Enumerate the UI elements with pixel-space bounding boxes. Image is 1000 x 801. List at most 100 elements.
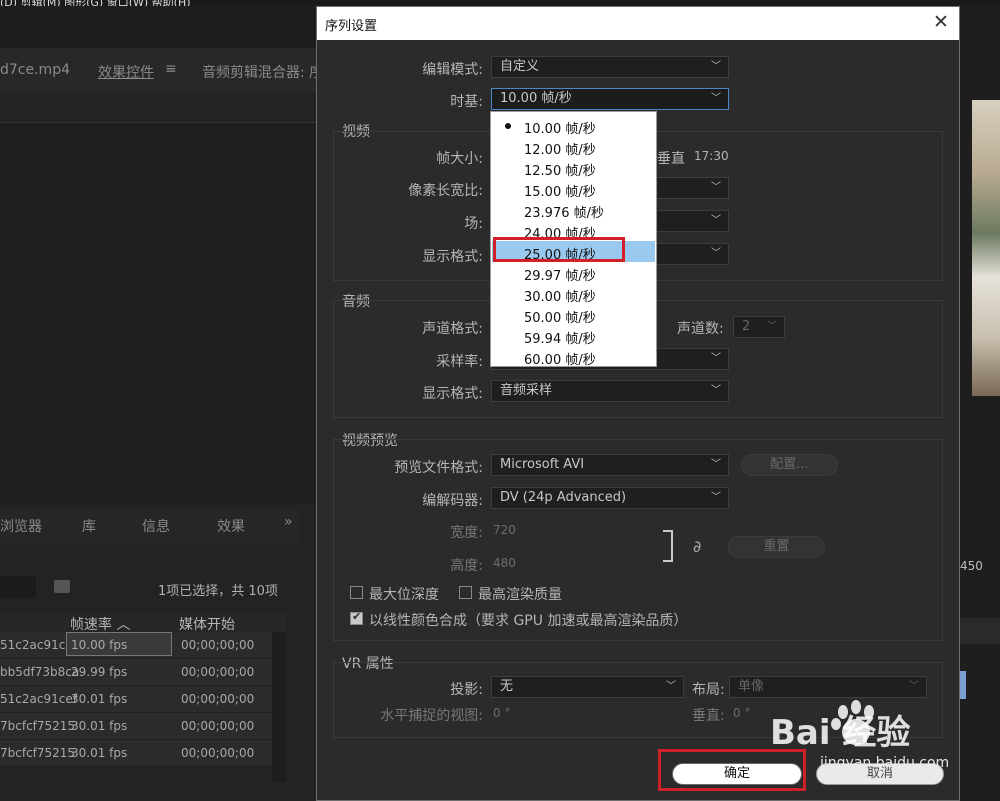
table-row[interactable]: bb5df73b8ca 29.99 fps 00;00;00;00 <box>0 659 286 686</box>
edit-mode-select[interactable]: 自定义 ﹀ <box>491 56 729 78</box>
timebase-value: 10.00 帧/秒 <box>500 91 572 106</box>
max-bit-depth-checkbox[interactable] <box>350 586 363 599</box>
pixel-aspect-label: 像素长宽比: <box>408 183 483 199</box>
channel-count-value: 2 <box>742 319 751 334</box>
chevron-down-icon: ﹀ <box>711 353 721 364</box>
chevron-down-icon: ﹀ <box>909 681 919 692</box>
row-name: 7bcfcf75215 <box>0 746 76 760</box>
timebase-option[interactable]: 15.00 帧/秒 <box>492 178 655 200</box>
channel-format-label: 声道格式: <box>422 321 483 337</box>
option-label: 23.976 帧/秒 <box>524 206 604 221</box>
timebase-option[interactable]: 30.00 帧/秒 <box>492 283 655 305</box>
timeline-clip[interactable] <box>960 671 966 699</box>
timeline-ruler-number: 450 <box>960 559 983 573</box>
timebase-option[interactable]: 60.00 帧/秒 <box>492 346 655 368</box>
table-row[interactable]: 51c2ac91cef 10.00 fps 00;00;00;00 <box>0 632 286 659</box>
tab-clip[interactable]: d7ce.mp4 <box>0 62 70 78</box>
project-panel-tabs: 浏览器 库 信息 效果 » <box>0 508 300 544</box>
linear-color-checkbox[interactable]: ✔ <box>350 610 363 625</box>
tab-library[interactable]: 库 <box>82 516 96 536</box>
height-value[interactable]: 480 <box>493 556 516 570</box>
timebase-option[interactable]: 12.50 帧/秒 <box>492 157 655 179</box>
timebase-select[interactable]: 10.00 帧/秒 ﹀ <box>491 88 729 110</box>
row-start: 00;00;00;00 <box>181 692 255 706</box>
linear-color-label: 以线性颜色合成（要求 GPU 加速或最高渲染品质） <box>369 613 688 629</box>
frame-vertical-label: 垂直 <box>657 151 685 167</box>
tab-effects[interactable]: 效果 <box>217 516 245 536</box>
height-label: 高度: <box>450 558 483 574</box>
channel-count-label: 声道数: <box>677 321 724 337</box>
row-start: 00;00;00;00 <box>181 638 255 652</box>
program-monitor-image <box>972 100 1000 396</box>
option-label: 15.00 帧/秒 <box>524 185 596 200</box>
close-icon[interactable]: ✕ <box>931 11 951 33</box>
more-tabs-icon[interactable]: » <box>284 514 293 530</box>
audio-display-format-select[interactable]: 音频采样 ﹀ <box>491 380 729 402</box>
tab-effect-controls[interactable]: 效果控件 <box>98 62 154 82</box>
codec-select[interactable]: DV (24p Advanced) ﹀ <box>491 487 729 509</box>
option-label: 12.50 帧/秒 <box>524 164 596 179</box>
timebase-option[interactable]: 12.00 帧/秒 <box>492 136 655 158</box>
v-view-value[interactable]: 0 ° <box>733 706 750 720</box>
option-label: 30.00 帧/秒 <box>524 290 596 305</box>
timebase-option[interactable]: 59.94 帧/秒 <box>492 325 655 347</box>
watermark-logo-text: Bai 经验 <box>770 713 910 753</box>
audio-display-format-value: 音频采样 <box>500 383 553 398</box>
tab-info[interactable]: 信息 <box>142 516 170 536</box>
chevron-down-icon: ﹀ <box>711 215 721 226</box>
configure-button[interactable]: 配置... <box>741 454 838 476</box>
table-row[interactable]: 7bcfcf75215 30.01 fps 00;00;00;00 <box>0 740 286 767</box>
chevron-down-icon: ﹀ <box>711 492 721 503</box>
width-value[interactable]: 720 <box>493 523 516 537</box>
watermark-url: jingyan.baidu.com <box>820 755 950 771</box>
selected-dot-icon <box>505 123 511 129</box>
table-row[interactable]: 51c2ac91cef 30.01 fps 00;00;00;00 <box>0 686 286 713</box>
table-row[interactable]: 7bcfcf75215 30.01 fps 00;00;00;00 <box>0 713 286 740</box>
selection-status: 1项已选择，共 10项 <box>158 584 278 599</box>
timebase-label: 时基: <box>450 94 483 110</box>
chevron-down-icon: ﹀ <box>711 385 721 396</box>
option-label: 50.00 帧/秒 <box>524 311 596 326</box>
chevron-down-icon: ﹀ <box>711 61 721 72</box>
tab-media-browser[interactable]: 浏览器 <box>0 516 42 536</box>
max-render-quality-checkbox[interactable] <box>459 586 472 599</box>
timebase-option[interactable]: 50.00 帧/秒 <box>492 304 655 326</box>
reset-button[interactable]: 重置 <box>728 536 825 558</box>
option-label: 59.94 帧/秒 <box>524 332 596 347</box>
search-bin-icon[interactable] <box>54 580 70 593</box>
option-label: 29.97 帧/秒 <box>524 269 596 284</box>
layout-value: 单像 <box>738 679 765 694</box>
projection-select[interactable]: 无 ﹀ <box>491 676 684 698</box>
row-fps-selected[interactable]: 10.00 fps <box>66 632 172 656</box>
row-fps: 30.01 fps <box>71 746 128 760</box>
column-header-fps[interactable]: 帧速率 ︿ <box>70 614 130 634</box>
h-view-value[interactable]: 0 ° <box>493 706 510 720</box>
table-header: 帧速率 ︿ 媒体开始 <box>0 612 286 634</box>
row-name: 51c2ac91cef <box>0 692 77 706</box>
option-label: 10.00 帧/秒 <box>524 122 596 137</box>
chevron-down-icon: ﹀ <box>666 681 676 692</box>
projection-label: 投影: <box>450 682 483 698</box>
panel-menu-icon[interactable]: ≡ <box>165 61 177 77</box>
sort-asc-icon: ︿ <box>116 617 131 633</box>
timebase-option[interactable]: 23.976 帧/秒 <box>492 199 655 221</box>
row-start: 00;00;00;00 <box>181 665 255 679</box>
link-icon[interactable]: ∂ <box>693 537 701 556</box>
preview-file-format-label: 预览文件格式: <box>394 460 483 476</box>
table-scrollbar[interactable] <box>272 632 286 782</box>
row-start: 00;00;00;00 <box>181 719 255 733</box>
column-header-media-start[interactable]: 媒体开始 <box>179 614 235 634</box>
chevron-down-icon: ﹀ <box>767 321 777 332</box>
channel-count-select[interactable]: 2 ﹀ <box>733 316 785 338</box>
row-fps: 30.01 fps <box>71 692 128 706</box>
layout-select[interactable]: 单像 ﹀ <box>729 676 927 698</box>
column-header-fps-label: 帧速率 <box>70 617 112 633</box>
timebase-option[interactable]: 29.97 帧/秒 <box>492 262 655 284</box>
dialog-titlebar[interactable] <box>317 7 959 40</box>
project-search-input[interactable] <box>0 576 36 598</box>
source-viewer <box>0 122 316 503</box>
row-name: bb5df73b8ca <box>0 665 80 679</box>
timebase-option[interactable]: 10.00 帧/秒 <box>492 115 655 137</box>
preview-file-format-select[interactable]: Microsoft AVI ﹀ <box>491 454 729 476</box>
option-annotation <box>493 237 625 262</box>
